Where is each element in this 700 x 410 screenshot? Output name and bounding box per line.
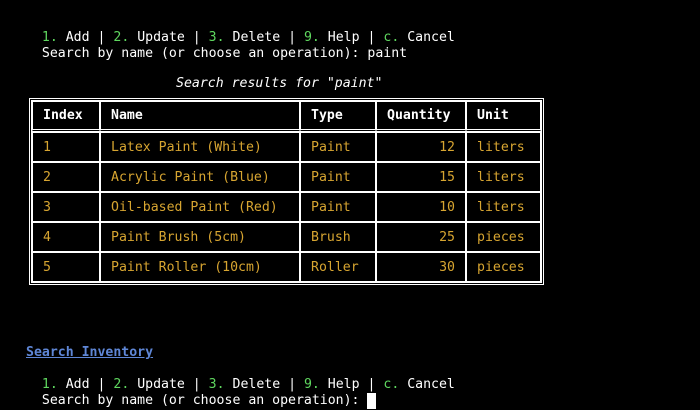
cell-quantity: 25 bbox=[376, 222, 466, 252]
results-table: Index Name Type Quantity Unit 1 Latex Pa… bbox=[29, 98, 544, 285]
cell-type: Brush bbox=[300, 222, 376, 252]
table-row: 3 Oil-based Paint (Red) Paint 10 liters bbox=[32, 192, 541, 222]
table-header-row: Index Name Type Quantity Unit bbox=[32, 101, 541, 132]
cell-index: 4 bbox=[32, 222, 100, 252]
search-prompt-active[interactable]: Search by name (or choose an operation): bbox=[26, 377, 377, 409]
cell-name: Paint Roller (10cm) bbox=[100, 252, 300, 282]
table-row: 1 Latex Paint (White) Paint 12 liters bbox=[32, 132, 541, 162]
column-header-name: Name bbox=[100, 101, 300, 132]
results-title: Search results for "paint" bbox=[176, 76, 383, 91]
column-header-unit: Unit bbox=[466, 101, 541, 132]
cell-type: Paint bbox=[300, 162, 376, 192]
menu-key-cancel[interactable]: c. bbox=[383, 377, 399, 392]
table-row: 2 Acrylic Paint (Blue) Paint 15 liters bbox=[32, 162, 541, 192]
cell-quantity: 10 bbox=[376, 192, 466, 222]
cell-unit: liters bbox=[466, 162, 541, 192]
text-cursor bbox=[367, 393, 377, 409]
search-inventory-link[interactable]: Search Inventory bbox=[26, 345, 153, 361]
cell-unit: liters bbox=[466, 192, 541, 222]
cell-type: Paint bbox=[300, 192, 376, 222]
menu-label-cancel[interactable]: Cancel bbox=[399, 377, 455, 392]
cell-quantity: 30 bbox=[376, 252, 466, 282]
cell-quantity: 12 bbox=[376, 132, 466, 162]
bottom-menu: 1. Add | 2. Update | 3. Delete | 9. Help… bbox=[26, 361, 455, 392]
cell-unit: liters bbox=[466, 132, 541, 162]
column-header-quantity: Quantity bbox=[376, 101, 466, 132]
cell-name: Latex Paint (White) bbox=[100, 132, 300, 162]
column-header-type: Type bbox=[300, 101, 376, 132]
table-row: 4 Paint Brush (5cm) Brush 25 pieces bbox=[32, 222, 541, 252]
cell-index: 2 bbox=[32, 162, 100, 192]
cell-index: 5 bbox=[32, 252, 100, 282]
cell-quantity: 15 bbox=[376, 162, 466, 192]
cell-index: 3 bbox=[32, 192, 100, 222]
results-table-wrapper: Index Name Type Quantity Unit 1 Latex Pa… bbox=[29, 98, 544, 285]
search-prompt: Search by name (or choose an operation):… bbox=[26, 30, 407, 61]
top-menu: 1. Add | 2. Update | 3. Delete | 9. Help… bbox=[26, 14, 455, 45]
cell-type: Roller bbox=[300, 252, 376, 282]
prompt-label: Search by name (or choose an operation): bbox=[41, 46, 368, 61]
cell-name: Acrylic Paint (Blue) bbox=[100, 162, 300, 192]
table-row: 5 Paint Roller (10cm) Roller 30 pieces bbox=[32, 252, 541, 282]
menu-label-cancel[interactable]: Cancel bbox=[399, 30, 455, 45]
search-input-value: paint bbox=[367, 46, 408, 61]
cell-name: Paint Brush (5cm) bbox=[100, 222, 300, 252]
prompt-label: Search by name (or choose an operation): bbox=[41, 393, 368, 408]
cell-type: Paint bbox=[300, 132, 376, 162]
column-header-index: Index bbox=[32, 101, 100, 132]
cell-name: Oil-based Paint (Red) bbox=[100, 192, 300, 222]
cell-index: 1 bbox=[32, 132, 100, 162]
cell-unit: pieces bbox=[466, 252, 541, 282]
cell-unit: pieces bbox=[466, 222, 541, 252]
